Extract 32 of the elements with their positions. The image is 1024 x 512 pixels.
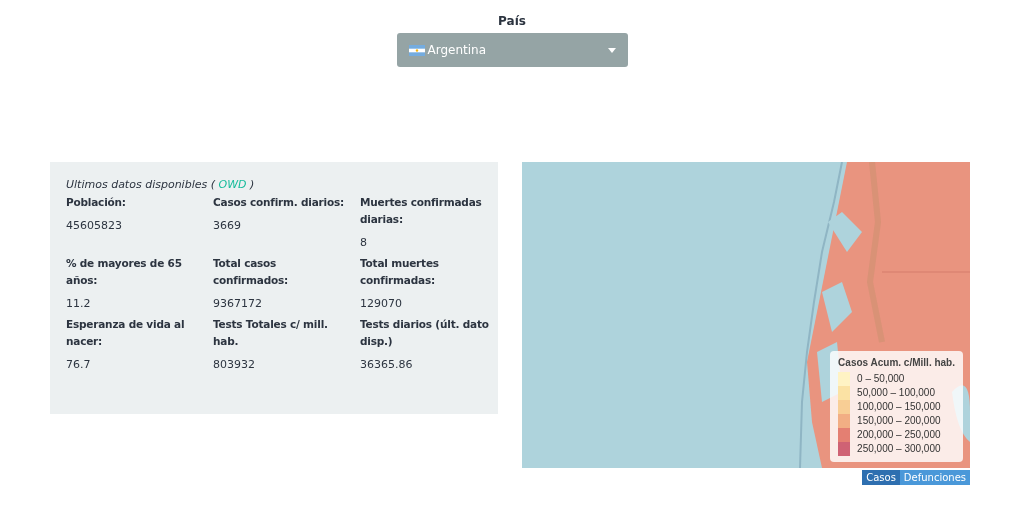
- legend-label: 200,000 – 250,000: [857, 428, 941, 442]
- stats-heading: Ultimos datos disponibles (: [66, 178, 215, 191]
- stat-value: 36365.86: [360, 358, 414, 371]
- source-link[interactable]: OWD: [218, 178, 247, 191]
- heading-paren: ): [250, 178, 255, 191]
- legend-label: 250,000 – 300,000: [857, 442, 941, 456]
- stat-value: 803932: [213, 358, 256, 371]
- legend-title: Casos Acum. c/Mill. hab.: [838, 357, 955, 368]
- map-toggle-button[interactable]: Defunciones: [899, 470, 970, 485]
- country-select[interactable]: Argentina: [396, 33, 628, 67]
- stat-value: 76.7: [66, 358, 92, 371]
- stat-label: Tests diarios (últ. dato disp.): [360, 317, 490, 349]
- stat-label: Esperanza de vida al nacer:: [66, 317, 186, 349]
- stat-label: Muertes confirmadas diarias:: [360, 195, 483, 227]
- legend-label: 150,000 – 200,000: [857, 414, 941, 428]
- legend-label: 100,000 – 150,000: [857, 400, 941, 414]
- stat-label: Tests Totales c/ mill. hab.: [213, 317, 329, 349]
- stat-value: 129070: [360, 297, 403, 310]
- stat-label: % de mayores de 65 años:: [66, 256, 183, 288]
- stat-label: Total casos confirmados:: [213, 256, 290, 288]
- stat-label: Casos confirm. diarios:: [213, 195, 346, 210]
- map-toggle-button[interactable]: Casos: [862, 470, 900, 485]
- country-label: País: [498, 14, 526, 28]
- stat-value: 8: [360, 236, 368, 249]
- stat-value: 9367172: [213, 297, 263, 310]
- stat-label: Población:: [66, 195, 127, 210]
- legend-label: 50,000 – 100,000: [857, 386, 935, 400]
- stat-value: 11.2: [66, 297, 92, 310]
- stat-value: 3669: [213, 219, 242, 232]
- legend-label: 0 – 50,000: [857, 372, 905, 386]
- stat-label: Total muertes confirmadas:: [360, 256, 440, 288]
- stat-value: 45605823: [66, 219, 123, 232]
